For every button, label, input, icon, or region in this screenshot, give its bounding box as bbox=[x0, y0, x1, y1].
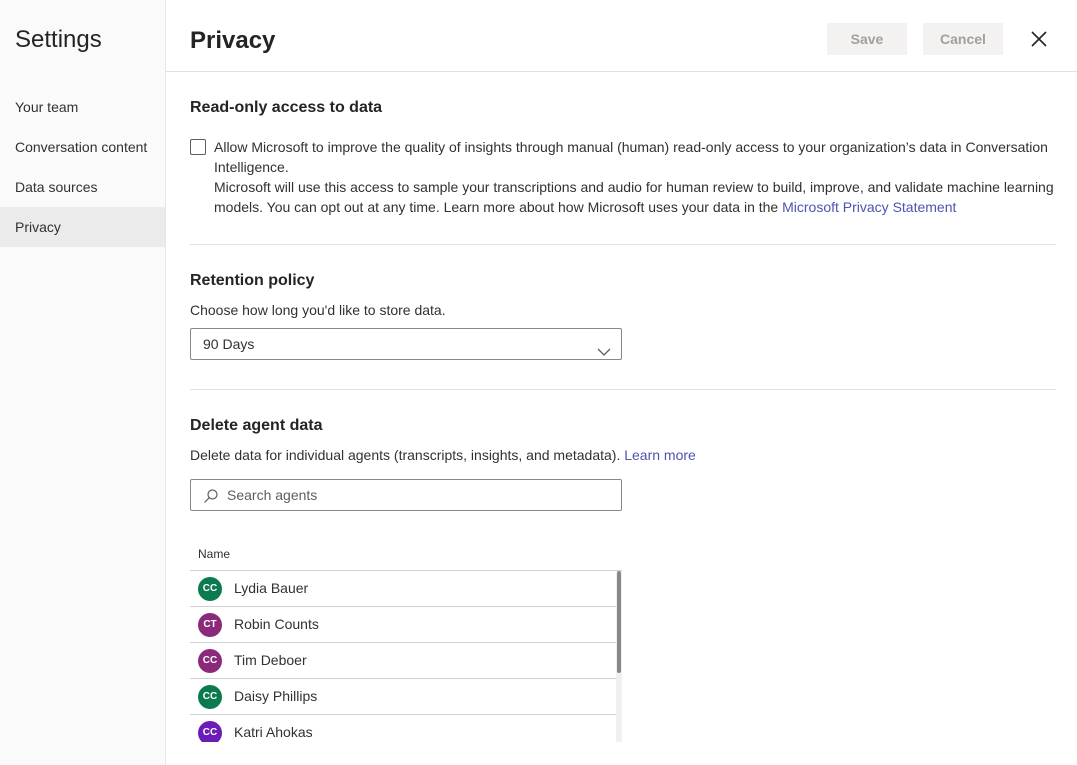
sidebar-item-privacy[interactable]: Privacy bbox=[0, 207, 165, 247]
read-only-access-section: Read-only access to data Allow Microsoft… bbox=[190, 99, 1056, 217]
section-divider bbox=[190, 244, 1056, 245]
avatar: CC bbox=[198, 721, 222, 742]
sidebar-item-your-team[interactable]: Your team bbox=[0, 87, 165, 127]
read-only-consent: Allow Microsoft to improve the quality o… bbox=[190, 137, 1056, 217]
delete-description: Delete data for individual agents (trans… bbox=[190, 447, 1056, 463]
search-input[interactable] bbox=[227, 480, 607, 510]
page-title: Privacy bbox=[190, 27, 276, 54]
save-button[interactable]: Save bbox=[827, 23, 907, 55]
avatar: CC bbox=[198, 649, 222, 673]
column-header-name[interactable]: Name bbox=[190, 544, 622, 571]
consent-detail: Microsoft will use this access to sample… bbox=[214, 177, 1056, 217]
read-only-checkbox[interactable] bbox=[190, 139, 206, 155]
retention-dropdown[interactable]: 90 Days bbox=[190, 328, 622, 360]
table-row[interactable]: CT Robin Counts bbox=[190, 607, 616, 643]
retention-selected-value: 90 Days bbox=[203, 336, 255, 352]
sidebar-item-data-sources[interactable]: Data sources bbox=[0, 167, 165, 207]
avatar: CT bbox=[198, 613, 222, 637]
sidebar-item-conversation-content[interactable]: Conversation content bbox=[0, 127, 165, 167]
scrollbar-thumb[interactable] bbox=[617, 571, 621, 673]
table-row[interactable]: CC Lydia Bauer bbox=[190, 571, 616, 607]
section-title: Read-only access to data bbox=[190, 99, 383, 116]
agents-table: Name CC Lydia Bauer CT Robin Counts CC T… bbox=[190, 544, 622, 742]
privacy-statement-link[interactable]: Microsoft Privacy Statement bbox=[782, 199, 956, 215]
table-row[interactable]: CC Daisy Phillips bbox=[190, 679, 616, 715]
sidebar-title: Settings bbox=[15, 26, 102, 53]
avatar: CC bbox=[198, 577, 222, 601]
agent-name: Katri Ahokas bbox=[234, 724, 313, 740]
section-title: Delete agent data bbox=[190, 417, 323, 434]
list-scrollbar[interactable] bbox=[616, 571, 622, 742]
learn-more-link[interactable]: Learn more bbox=[624, 447, 696, 463]
main-panel: Privacy Save Cancel Read-only access to … bbox=[166, 0, 1077, 765]
agent-name: Lydia Bauer bbox=[234, 580, 309, 596]
delete-agent-data-section: Delete agent data Delete data for indivi… bbox=[190, 417, 1056, 511]
page-header: Privacy Save Cancel bbox=[166, 0, 1077, 72]
consent-text: Allow Microsoft to improve the quality o… bbox=[214, 139, 1048, 175]
agent-name: Tim Deboer bbox=[234, 652, 307, 668]
cancel-button[interactable]: Cancel bbox=[923, 23, 1003, 55]
sidebar-nav: Your team Conversation content Data sour… bbox=[0, 87, 165, 247]
agents-list: CC Lydia Bauer CT Robin Counts CC Tim De… bbox=[190, 571, 622, 742]
section-divider bbox=[190, 389, 1056, 390]
avatar: CC bbox=[198, 685, 222, 709]
delete-description-text: Delete data for individual agents (trans… bbox=[190, 447, 625, 463]
table-row[interactable]: CC Katri Ahokas bbox=[190, 715, 616, 742]
retention-policy-section: Retention policy Choose how long you'd l… bbox=[190, 272, 1056, 360]
section-title: Retention policy bbox=[190, 272, 315, 289]
table-row[interactable]: CC Tim Deboer bbox=[190, 643, 616, 679]
settings-sidebar: Settings Your team Conversation content … bbox=[0, 0, 166, 765]
retention-description: Choose how long you'd like to store data… bbox=[190, 302, 446, 318]
search-icon bbox=[203, 488, 219, 504]
search-agents-box bbox=[190, 479, 622, 511]
agent-name: Daisy Phillips bbox=[234, 688, 318, 704]
close-icon[interactable] bbox=[1026, 26, 1052, 52]
chevron-down-icon bbox=[597, 338, 611, 356]
agent-name: Robin Counts bbox=[234, 616, 319, 632]
